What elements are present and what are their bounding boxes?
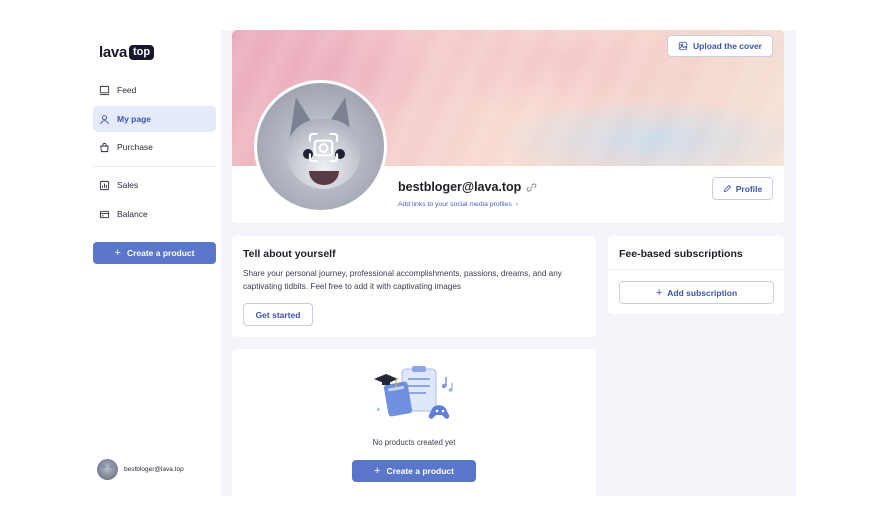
add-subscription-label: Add subscription — [667, 287, 738, 298]
plus-icon: + — [374, 465, 381, 477]
create-product-button-main[interactable]: + Create a product — [352, 460, 476, 482]
link-icon[interactable] — [526, 182, 537, 193]
upload-cover-button[interactable]: Upload the cover — [667, 35, 773, 57]
divider — [608, 269, 784, 270]
products-card: No products created yet + Create a produ… — [232, 349, 596, 496]
plus-icon: + — [655, 286, 663, 299]
add-subscription-button[interactable]: + Add subscription — [619, 281, 774, 304]
chevron-right-icon: › — [515, 201, 518, 208]
upload-cover-label: Upload the cover — [693, 41, 762, 51]
username-row: bestbloger@lava.top — [398, 180, 537, 194]
sidebar-item-my-page[interactable]: My page — [93, 106, 216, 132]
sidebar-divider — [93, 166, 216, 167]
create-product-button[interactable]: + Create a product — [93, 242, 216, 264]
get-started-button[interactable]: Get started — [243, 303, 313, 326]
sidebar: lava top Feed My page Purchase Sales Bal… — [88, 30, 221, 496]
subscriptions-card: Fee-based subscriptions + Add subscripti… — [608, 236, 784, 314]
sidebar-item-balance[interactable]: Balance — [93, 201, 216, 227]
empty-products-text: No products created yet — [372, 438, 456, 447]
chart-icon — [99, 180, 110, 190]
image-upload-icon — [678, 41, 688, 51]
camera-icon — [308, 132, 339, 163]
logo-word: lava — [99, 44, 127, 61]
sidebar-item-label: My page — [117, 114, 152, 124]
profile-button[interactable]: Profile — [712, 177, 773, 200]
pencil-icon — [723, 184, 731, 193]
sidebar-item-label: Sales — [117, 180, 139, 190]
get-started-label: Get started — [255, 309, 301, 320]
user-icon — [100, 114, 109, 124]
about-title: Tell about yourself — [243, 248, 336, 260]
empty-products-illustration — [374, 366, 453, 419]
bag-icon — [100, 142, 109, 152]
sidebar-item-sales[interactable]: Sales — [93, 172, 216, 198]
profile-card: Upload the cover bestbloger@lava.top Add… — [232, 30, 784, 223]
sidebar-item-label: Feed — [117, 85, 137, 95]
create-product-label: Create a product — [126, 248, 195, 258]
sidebar-item-label: Purchase — [117, 142, 153, 152]
wallet-icon — [99, 210, 110, 218]
username: bestbloger@lava.top — [398, 180, 522, 194]
feed-icon — [99, 85, 110, 95]
logo[interactable]: lava top — [99, 44, 155, 61]
subscriptions-title: Fee-based subscriptions — [619, 248, 743, 260]
user-email: bestbloger@lava.top — [124, 466, 184, 473]
create-product-label: Create a product — [386, 466, 454, 476]
sidebar-item-purchase[interactable]: Purchase — [93, 134, 216, 160]
about-card: Tell about yourself Share your personal … — [232, 236, 596, 337]
add-social-links-link[interactable]: Add links to your social media profiles … — [398, 201, 518, 208]
sidebar-item-label: Balance — [117, 209, 148, 219]
about-text: Share your personal journey, professiona… — [243, 269, 562, 291]
user-menu[interactable]: bestbloger@lava.top — [97, 459, 184, 480]
plus-icon: + — [114, 247, 121, 259]
sidebar-item-feed[interactable]: Feed — [93, 77, 216, 103]
avatar — [97, 459, 118, 480]
logo-tag: top — [129, 45, 155, 60]
social-link-label: Add links to your social media profiles — [398, 201, 512, 208]
profile-avatar[interactable] — [254, 80, 387, 213]
profile-button-label: Profile — [735, 183, 763, 194]
